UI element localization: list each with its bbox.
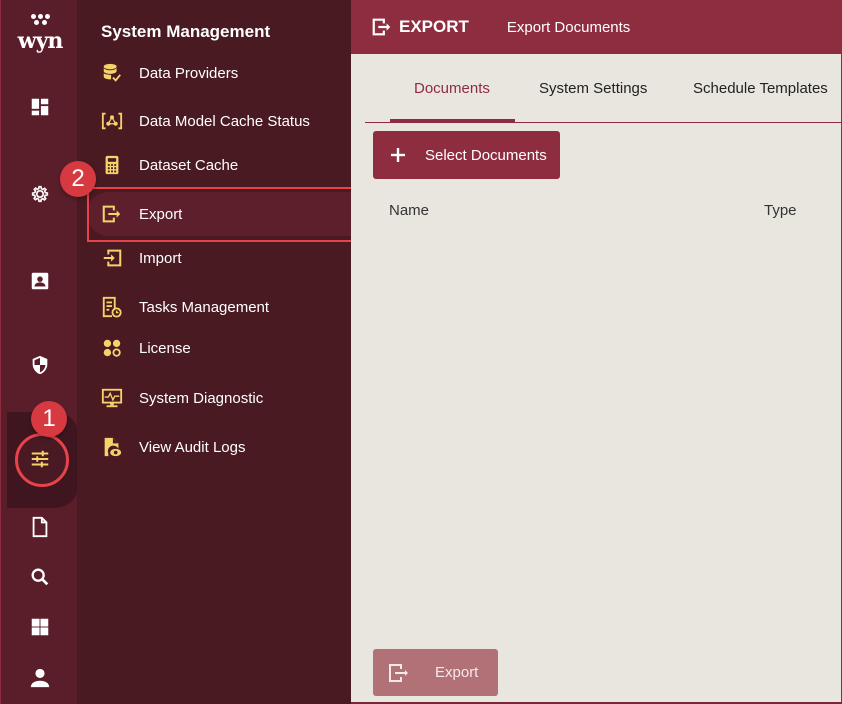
menu-item-dataset-cache[interactable]: Dataset Cache <box>87 143 351 187</box>
data-model-icon <box>101 112 123 130</box>
logo-dots-icon <box>31 14 51 28</box>
import-icon <box>103 249 122 267</box>
menu-item-label: Import <box>139 249 182 267</box>
rail-item-dashboard[interactable] <box>27 94 53 120</box>
menu-item-license[interactable]: License <box>87 326 351 370</box>
menu-item-data-providers[interactable]: Data Providers <box>87 51 351 95</box>
rail-item-settings[interactable] <box>27 181 53 207</box>
menu-item-label: License <box>139 339 191 357</box>
page-title: EXPORT <box>399 17 469 36</box>
page-subtitle: Export Documents <box>506 18 631 36</box>
shield-icon <box>32 355 48 375</box>
menu-item-tasks-management[interactable]: Tasks Management <box>87 285 351 329</box>
rail-item-security[interactable] <box>27 352 53 378</box>
column-header-name[interactable]: Name <box>389 202 429 219</box>
menu-item-label: Dataset Cache <box>139 156 239 174</box>
icon-rail: wyn <box>0 0 79 704</box>
export-button[interactable]: Export <box>373 649 498 696</box>
menu-item-label: System Diagnostic <box>139 389 264 407</box>
rail-item-system-management[interactable] <box>27 446 53 472</box>
document-icon <box>32 516 48 538</box>
export-icon <box>372 18 391 36</box>
annotation-badge-2: 2 <box>60 161 96 197</box>
grid-icon <box>31 618 49 636</box>
search-icon <box>31 568 49 586</box>
contact-card-icon <box>31 272 49 290</box>
column-header-type[interactable]: Type <box>764 202 797 219</box>
rail-item-contacts[interactable] <box>27 268 53 294</box>
menu-item-label: Data Model Cache Status <box>139 112 310 130</box>
task-clock-icon <box>102 296 122 318</box>
menu-item-label: View Audit Logs <box>139 438 246 456</box>
license-icon <box>103 339 121 357</box>
export-icon <box>389 663 408 682</box>
monitor-pulse-icon <box>101 388 123 408</box>
menu-item-data-model-cache-status[interactable]: Data Model Cache Status <box>87 99 351 143</box>
tab-bar: Documents System Settings Schedule Templ… <box>365 54 842 123</box>
plus-icon <box>391 148 405 162</box>
rail-item-account[interactable] <box>27 665 53 691</box>
select-documents-button[interactable]: Select Documents <box>373 131 560 179</box>
system-management-menu: System Management Data Providers Data Mo… <box>77 0 351 704</box>
sliders-icon <box>31 450 49 468</box>
page-header: EXPORT Export Documents <box>351 0 842 54</box>
rail-item-apps[interactable] <box>27 614 53 640</box>
menu-item-system-diagnostic[interactable]: System Diagnostic <box>87 376 351 420</box>
rail-item-search[interactable] <box>27 564 53 590</box>
file-eye-icon <box>104 437 122 457</box>
active-tab-indicator <box>390 119 515 122</box>
database-check-icon <box>103 63 121 82</box>
gear-icon <box>31 185 49 203</box>
select-documents-label: Select Documents <box>425 146 547 164</box>
menu-item-import[interactable]: Import <box>87 236 351 280</box>
annotation-highlight-export <box>87 187 354 242</box>
menu-item-label: Tasks Management <box>139 298 270 316</box>
dashboard-icon <box>31 98 49 116</box>
tab-documents[interactable]: Documents <box>414 80 490 97</box>
menu-item-view-audit-logs[interactable]: View Audit Logs <box>87 425 351 469</box>
rail-item-documents[interactable] <box>27 514 53 540</box>
calculator-icon <box>105 155 119 175</box>
tab-system-settings[interactable]: System Settings <box>539 80 647 97</box>
main-content: Documents System Settings Schedule Templ… <box>351 54 842 704</box>
wyn-logo[interactable]: wyn <box>14 14 66 54</box>
menu-item-label: Data Providers <box>139 64 239 82</box>
tab-schedule-templates[interactable]: Schedule Templates <box>693 80 828 97</box>
submenu-title: System Management <box>101 22 271 41</box>
user-icon <box>30 668 50 688</box>
export-label: Export <box>435 664 479 681</box>
annotation-badge-1: 1 <box>31 401 67 437</box>
logo-text: wyn <box>17 28 64 54</box>
